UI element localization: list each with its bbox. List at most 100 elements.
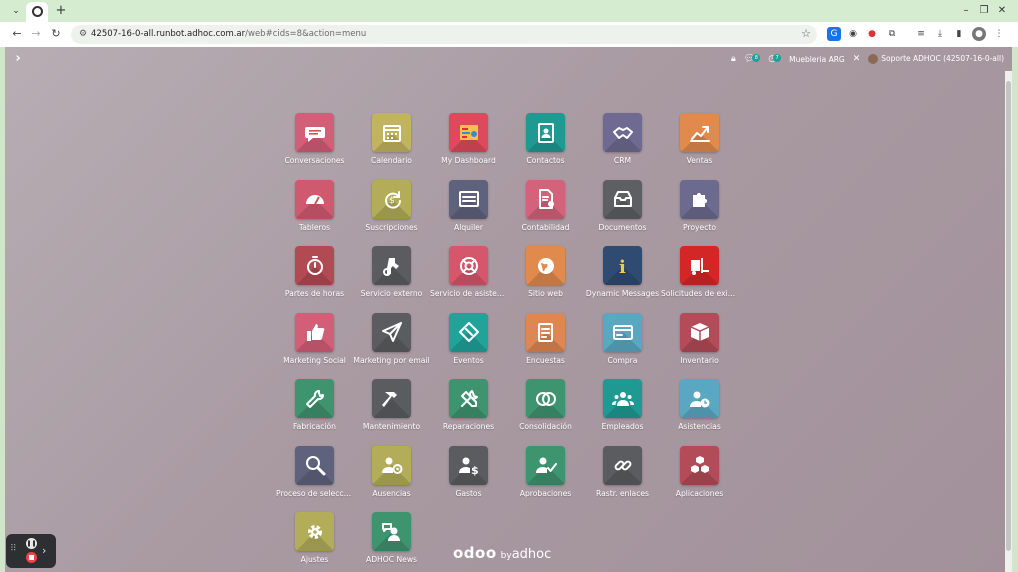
drag-handle-icon[interactable]: ⠿ [10, 544, 17, 554]
app-tile-fabricacion[interactable]: Fabricación [276, 379, 353, 446]
contacts-icon[interactable] [526, 113, 565, 152]
extensions-puzzle-icon[interactable]: ⧉ [885, 27, 899, 41]
debug-tools-icon[interactable]: ✕ [853, 54, 861, 64]
lifebuoy-icon[interactable] [449, 246, 488, 285]
ticket-icon[interactable] [449, 312, 488, 352]
user-menu[interactable]: Soporte ADHOC (42507-16-0-all) [868, 54, 1004, 64]
app-tile-compra[interactable]: Compra [584, 312, 661, 380]
credit-card-icon[interactable] [603, 312, 642, 352]
app-tile-my-dashboard[interactable]: My Dashboard [430, 113, 507, 180]
app-tile-solicitudes-de-existencias[interactable]: Solicitudes de existencias [661, 246, 738, 313]
app-tile-sitio-web[interactable]: Sitio web [507, 246, 584, 313]
expand-chevron-icon[interactable]: › [42, 544, 46, 557]
wrench-icon[interactable] [295, 379, 334, 418]
app-tile-aplicaciones[interactable]: Aplicaciones [661, 445, 738, 513]
app-tile-inventario[interactable]: Inventario [661, 312, 738, 380]
app-tile-eventos[interactable]: Eventos [430, 312, 507, 380]
box-icon[interactable] [680, 312, 719, 352]
extension-icon[interactable]: ◉ [846, 27, 860, 41]
profile-avatar-icon[interactable]: ● [972, 27, 986, 41]
dashboard-icon[interactable] [449, 113, 488, 152]
gauge-icon[interactable] [295, 179, 334, 219]
info-icon[interactable]: i [603, 246, 642, 285]
bookmark-star-icon[interactable]: ☆ [801, 27, 811, 41]
cubes-icon[interactable] [680, 445, 719, 485]
url-text[interactable]: 42507-16-0-all.runbot.adhoc.com.ar/web#c… [91, 28, 366, 41]
app-tile-proceso-de-seleccion[interactable]: Proceso de selección [276, 445, 353, 513]
chat-icon[interactable] [295, 113, 334, 152]
app-tile-ventas[interactable]: Ventas [661, 113, 738, 180]
media-control-icon[interactable]: ≡ [914, 27, 928, 41]
field-service-icon[interactable] [372, 246, 411, 285]
site-settings-icon[interactable]: ⚙ [77, 28, 89, 40]
app-tile-ausencias[interactable]: Ausencias [353, 445, 430, 513]
app-tile-documentos[interactable]: Documentos [584, 179, 661, 247]
scrollbar-thumb[interactable] [1006, 81, 1011, 551]
tab-search-chevron-down-icon[interactable]: ⌄ [9, 4, 23, 18]
link-icon[interactable] [603, 445, 642, 485]
paper-plane-icon[interactable] [372, 312, 411, 352]
user-gear-icon[interactable] [372, 445, 411, 485]
app-tile-conversaciones[interactable]: Conversaciones [276, 113, 353, 180]
app-tile-adhoc-news[interactable]: ADHOC News [353, 512, 430, 572]
app-tile-marketing-por-email[interactable]: Marketing por email [353, 312, 430, 380]
app-tile-rastr-enlaces[interactable]: Rastr. enlaces [584, 445, 661, 513]
user-chat-icon[interactable] [372, 512, 411, 551]
activity-menu[interactable]: ◷7 [768, 54, 782, 64]
reload-icon[interactable]: ↻ [49, 27, 63, 41]
app-tile-ajustes[interactable]: Ajustes [276, 512, 353, 572]
app-tile-suscripciones[interactable]: $ Suscripciones [353, 179, 430, 247]
app-tile-gastos[interactable]: $ Gastos [430, 445, 507, 513]
document-gear-icon[interactable] [526, 179, 565, 219]
app-tile-empleados[interactable]: Empleados [584, 379, 661, 446]
address-bar[interactable]: ⚙ 42507-16-0-all.runbot.adhoc.com.ar/web… [71, 25, 817, 44]
back-arrow-icon[interactable]: ← [10, 27, 24, 41]
app-tile-partes-de-horas[interactable]: Partes de horas [276, 246, 353, 313]
handshake-icon[interactable] [603, 113, 642, 152]
translate-extension-icon[interactable]: G [827, 27, 841, 41]
app-tile-contactos[interactable]: Contactos [507, 113, 584, 180]
app-tile-contabilidad[interactable]: Contabilidad [507, 179, 584, 247]
active-tab[interactable] [26, 2, 48, 22]
app-tile-dynamic-messages[interactable]: i Dynamic Messages [584, 246, 661, 313]
forward-arrow-icon[interactable]: → [29, 27, 43, 41]
app-tile-reparaciones[interactable]: Reparaciones [430, 379, 507, 446]
restore-window-button[interactable]: ❐ [977, 3, 991, 19]
browser-menu-icon[interactable]: ⋮ [992, 27, 1006, 41]
survey-icon[interactable] [526, 312, 565, 352]
app-tile-aprobaciones[interactable]: Aprobaciones [507, 445, 584, 513]
menu-toggle-chevron-icon[interactable]: › [11, 51, 25, 67]
keyboard-icon[interactable] [449, 179, 488, 219]
user-check-icon[interactable] [526, 445, 565, 485]
magnifier-icon[interactable] [295, 445, 334, 485]
app-tile-consolidacion[interactable]: Consolidación [507, 379, 584, 446]
hammer-icon[interactable] [372, 379, 411, 418]
record-extension-icon[interactable]: ● [865, 27, 879, 41]
puzzle-icon[interactable] [680, 179, 719, 219]
app-tile-tableros[interactable]: Tableros [276, 179, 353, 247]
company-switcher[interactable]: Muebleria ARG [789, 55, 845, 64]
circles-icon[interactable] [526, 379, 565, 418]
app-tile-marketing-social[interactable]: Marketing Social [276, 312, 353, 380]
download-icon[interactable]: ⤓ [933, 27, 947, 41]
refresh-dollar-icon[interactable]: $ [372, 179, 411, 219]
tools-icon[interactable] [449, 379, 488, 418]
app-tile-alquiler[interactable]: Alquiler [430, 179, 507, 247]
gear-icon[interactable] [295, 512, 334, 551]
stop-record-icon[interactable] [26, 552, 37, 563]
thumbs-up-icon[interactable] [295, 312, 334, 352]
side-panel-icon[interactable]: ▮ [952, 27, 966, 41]
pause-icon[interactable]: ❚❚ [26, 538, 37, 549]
chart-up-icon[interactable] [680, 113, 719, 152]
messaging-menu[interactable]: 💬︎8 [744, 54, 761, 64]
app-tile-calendario[interactable]: Calendario [353, 113, 430, 180]
minimize-window-button[interactable]: – [959, 3, 973, 19]
stopwatch-icon[interactable] [295, 246, 334, 285]
inbox-icon[interactable] [603, 179, 642, 219]
app-tile-asistencias[interactable]: Asistencias [661, 379, 738, 446]
app-tile-crm[interactable]: CRM [584, 113, 661, 180]
app-tile-servicio-externo[interactable]: Servicio externo [353, 246, 430, 313]
lock-icon[interactable]: 🔒︎ [731, 54, 736, 64]
user-clock-icon[interactable] [680, 379, 719, 418]
app-tile-proyecto[interactable]: Proyecto [661, 179, 738, 247]
